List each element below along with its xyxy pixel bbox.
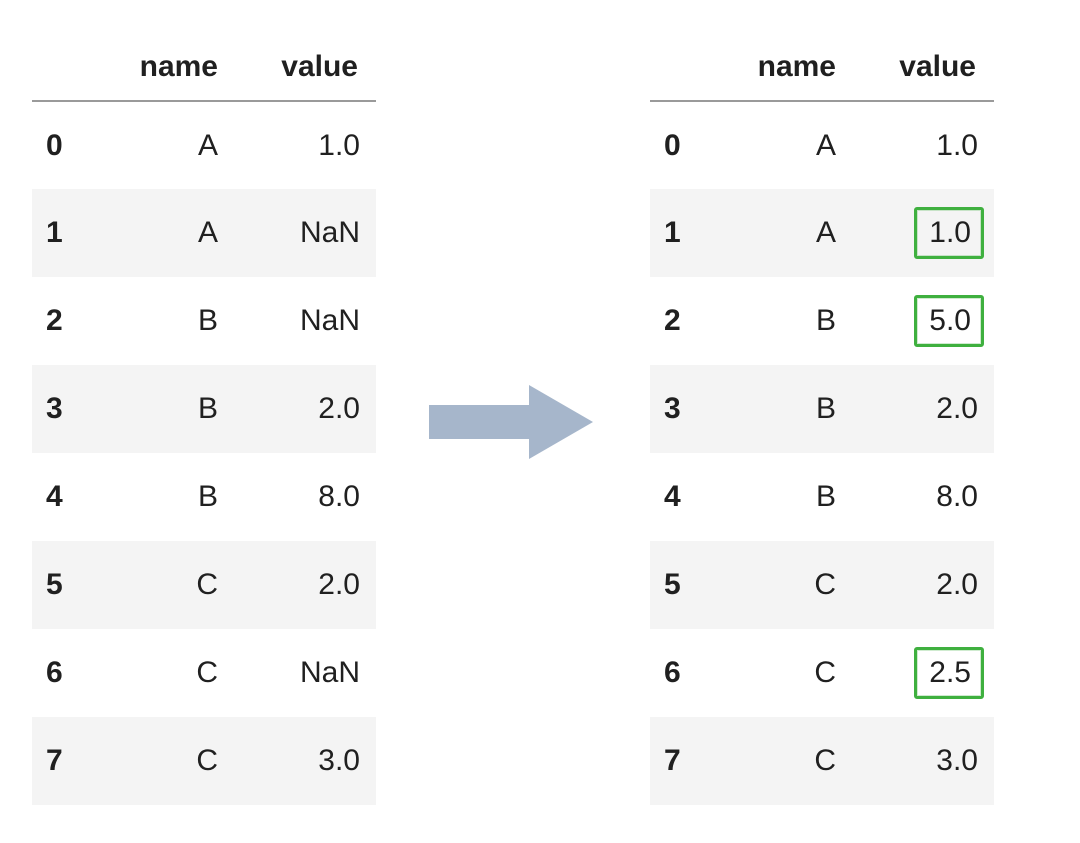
- left-col-header-value: value: [236, 38, 376, 101]
- row-index: 3: [32, 365, 96, 453]
- cell-name: B: [714, 365, 854, 453]
- arrow-right-icon: [425, 377, 595, 467]
- row-index: 6: [32, 629, 96, 717]
- highlight-box: 5.0: [914, 295, 984, 347]
- row-index: 5: [650, 541, 714, 629]
- row-index: 2: [650, 277, 714, 365]
- cell-name: C: [96, 717, 236, 805]
- left-col-header-name: name: [96, 38, 236, 101]
- row-index: 1: [650, 189, 714, 277]
- right-dataframe: name value 0A1.0 1A1.0 2B5.0 3B2.0 4B8.0…: [650, 38, 1050, 805]
- cell-value: 2.0: [854, 365, 994, 453]
- cell-value: 2.0: [854, 541, 994, 629]
- cell-value: 2.0: [236, 541, 376, 629]
- cell-name: A: [714, 101, 854, 189]
- left-dataframe: name value 0A1.0 1ANaN 2BNaN 3B2.0 4B8.0…: [0, 38, 400, 805]
- right-table: name value 0A1.0 1A1.0 2B5.0 3B2.0 4B8.0…: [650, 38, 994, 805]
- cell-name: A: [96, 189, 236, 277]
- cell-value: NaN: [236, 189, 376, 277]
- cell-value: NaN: [236, 277, 376, 365]
- row-index: 4: [650, 453, 714, 541]
- row-index: 1: [32, 189, 96, 277]
- left-table: name value 0A1.0 1ANaN 2BNaN 3B2.0 4B8.0…: [32, 38, 376, 805]
- cell-value-highlighted: 1.0: [854, 189, 994, 277]
- cell-name: C: [714, 541, 854, 629]
- cell-value: 1.0: [236, 101, 376, 189]
- cell-value: 3.0: [854, 717, 994, 805]
- row-index: 4: [32, 453, 96, 541]
- right-index-header: [650, 38, 714, 101]
- cell-name: C: [714, 629, 854, 717]
- cell-name: C: [96, 541, 236, 629]
- row-index: 7: [32, 717, 96, 805]
- cell-name: C: [96, 629, 236, 717]
- cell-name: B: [96, 277, 236, 365]
- cell-name: B: [714, 453, 854, 541]
- row-index: 3: [650, 365, 714, 453]
- highlight-box: 2.5: [914, 647, 984, 699]
- row-index: 0: [650, 101, 714, 189]
- right-col-header-name: name: [714, 38, 854, 101]
- row-index: 7: [650, 717, 714, 805]
- transform-arrow: [410, 377, 610, 467]
- cell-name: B: [96, 365, 236, 453]
- cell-value: 3.0: [236, 717, 376, 805]
- cell-value: 2.0: [236, 365, 376, 453]
- cell-value-highlighted: 5.0: [854, 277, 994, 365]
- cell-name: B: [714, 277, 854, 365]
- left-index-header: [32, 38, 96, 101]
- cell-value: NaN: [236, 629, 376, 717]
- cell-name: A: [714, 189, 854, 277]
- cell-name: B: [96, 453, 236, 541]
- cell-name: A: [96, 101, 236, 189]
- row-index: 5: [32, 541, 96, 629]
- cell-value: 8.0: [854, 453, 994, 541]
- cell-value-highlighted: 2.5: [854, 629, 994, 717]
- highlight-box: 1.0: [914, 207, 984, 259]
- row-index: 0: [32, 101, 96, 189]
- cell-value: 1.0: [854, 101, 994, 189]
- right-col-header-value: value: [854, 38, 994, 101]
- cell-value: 8.0: [236, 453, 376, 541]
- row-index: 6: [650, 629, 714, 717]
- cell-name: C: [714, 717, 854, 805]
- row-index: 2: [32, 277, 96, 365]
